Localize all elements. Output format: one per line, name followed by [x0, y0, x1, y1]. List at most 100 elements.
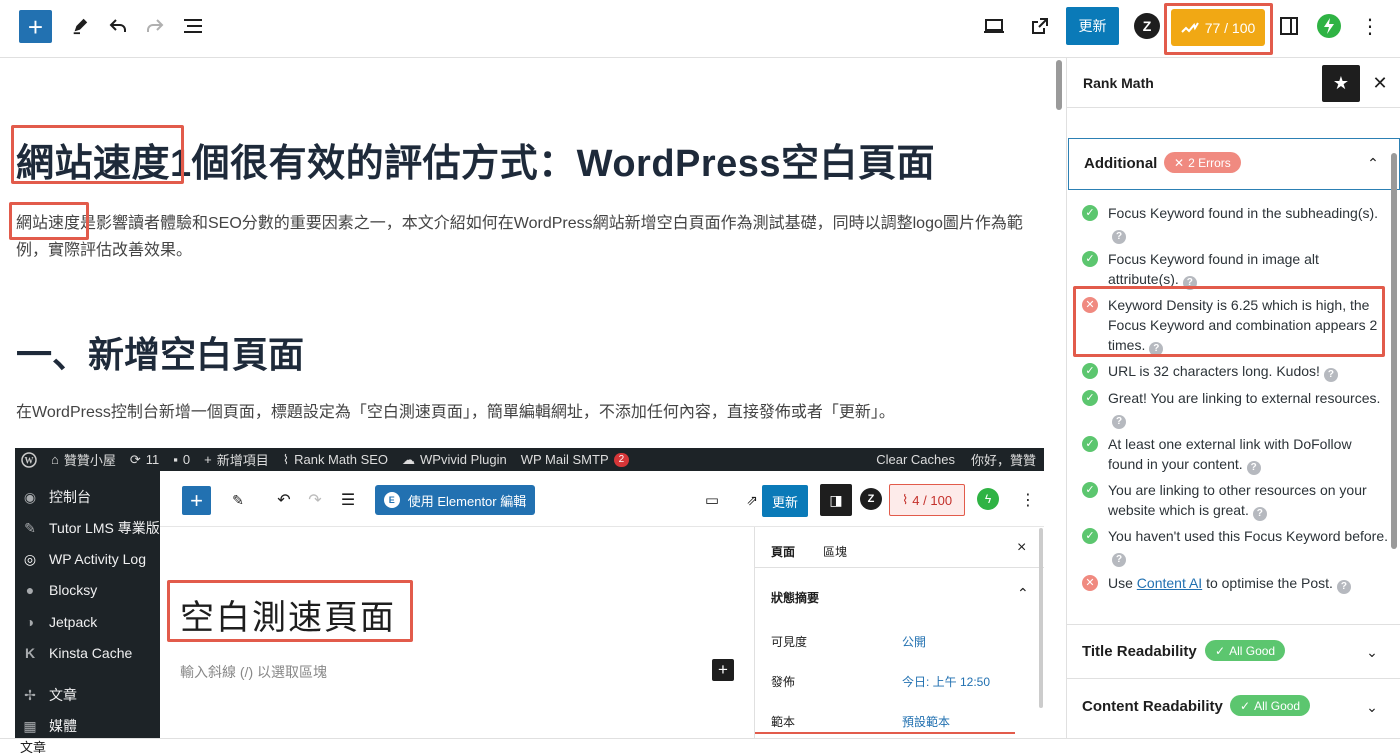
inner-visibility-label: 可見度	[771, 635, 808, 649]
section-paragraph[interactable]: 在WordPress控制台新增一個頁面，標題設定為「空白測速頁面」，簡單編輯網址…	[16, 398, 895, 422]
options-button[interactable]: ⋮	[1358, 12, 1382, 40]
add-block-button[interactable]: +	[19, 10, 52, 43]
help-icon[interactable]: ?	[1149, 342, 1164, 356]
menu-item-activity-log: ◎ WP Activity Log	[21, 550, 146, 568]
rank-math-logo-icon: ⌇	[901, 492, 909, 507]
error-icon: ✕	[1082, 575, 1098, 591]
check-item: ✓ You are linking to other resources on …	[1067, 480, 1391, 521]
view-post-button[interactable]	[1026, 12, 1054, 40]
menu-item-dashboard: ◉ 控制台	[21, 487, 91, 507]
inner-pencil-icon: ✎	[232, 491, 244, 508]
plugin-z-button[interactable]: Z	[1134, 13, 1160, 39]
check-icon: ✓	[1082, 436, 1098, 452]
rank-math-score-button[interactable]: 77 / 100	[1171, 9, 1265, 46]
comment-icon: ▪	[173, 452, 178, 467]
title-readability-title: Title Readability	[1082, 643, 1197, 660]
inner-tab-page: 頁面	[771, 545, 796, 559]
undo-button[interactable]	[104, 12, 132, 40]
inner-canvas: 空白測速頁面 輸入斜線 (/) 以選取區塊 +	[160, 527, 754, 738]
refresh-icon: ⟳	[129, 451, 141, 467]
inner-visibility-value: 公開	[902, 635, 927, 649]
help-icon[interactable]: ?	[1323, 368, 1338, 382]
list-view-icon	[184, 19, 202, 33]
jetpack-icon: ◑	[25, 614, 35, 630]
inner-toolbar: + ✎ ↶ ↷ ☰ E 使用 Elementor 編輯 ▭ ⇗ 更新 ◨ Z ⌇…	[160, 471, 1044, 527]
blocksy-icon: ●	[25, 582, 35, 598]
title-readability-section[interactable]: Title Readability ✓ All Good ⌄	[1067, 624, 1400, 678]
media-icon: ▦	[23, 717, 37, 734]
dashboard-icon: ◉	[23, 488, 37, 505]
menu-item-kinsta: K Kinsta Cache	[21, 644, 132, 662]
pencil-icon	[73, 18, 88, 35]
inner-update-button: 更新	[762, 485, 808, 517]
content-readability-section[interactable]: Content Readability ✓ All Good ⌄	[1067, 678, 1400, 738]
eye-icon: ◎	[23, 550, 37, 567]
additional-title: Additional	[1084, 155, 1158, 172]
embedded-screenshot[interactable]: W ⌂ 贊贊小屋 ⟳ 11 ▪ 0 + 新增項目 ⌇ Rank Math SEO ☁ WPv…	[15, 448, 1044, 738]
inner-undo-icon: ↶	[277, 492, 291, 509]
inner-block-plus-icon: +	[712, 659, 734, 681]
wp-admin-bar: W ⌂ 贊贊小屋 ⟳ 11 ▪ 0 + 新增項目 ⌇ Rank Math SEO ☁ WPv…	[15, 448, 1044, 471]
sidebar-toggle-icon	[1280, 17, 1298, 35]
check-icon: ✓	[1215, 643, 1226, 658]
clear-caches: Clear Caches	[876, 452, 955, 467]
help-icon[interactable]: ?	[1112, 553, 1126, 567]
inner-more-icon: ⋮	[1020, 492, 1036, 509]
star-icon: ★	[1332, 73, 1350, 93]
help-icon[interactable]: ?	[1182, 276, 1197, 290]
help-icon[interactable]: ?	[1112, 415, 1126, 429]
menu-item-blocksy: ● Blocksy	[21, 581, 97, 599]
document-overview-button[interactable]	[179, 12, 207, 40]
preview-button[interactable]	[980, 12, 1008, 40]
rankmath-menu: ⌇ Rank Math SEO	[282, 451, 389, 468]
breadcrumb-bar: 文章	[0, 738, 1400, 756]
chevron-down-icon: ⌄	[1366, 643, 1378, 660]
sidebar-scrollbar[interactable]	[1391, 153, 1397, 549]
menu-item-jetpack: ◑ Jetpack	[21, 613, 97, 631]
z-logo-icon: Z	[1142, 18, 1152, 34]
intro-paragraph[interactable]: 網站速度是影響讀者體驗和SEO分數的重要因素之一，本文介紹如何在WordPres…	[16, 210, 1046, 264]
content-readability-title: Content Readability	[1082, 698, 1223, 715]
rank-math-logo-icon: ⌇	[282, 451, 290, 467]
inner-close-icon: ×	[1017, 539, 1027, 556]
check-item: ✓ You haven't used this Focus Keyword be…	[1067, 526, 1391, 567]
home-icon: ⌂	[51, 452, 59, 467]
settings-sidebar-button[interactable]	[1276, 12, 1302, 40]
pin-icon: ✢	[24, 686, 36, 703]
check-item: ✓ Great! You are linking to external res…	[1067, 388, 1391, 429]
close-icon: ✕	[1372, 72, 1388, 93]
inner-template-label: 範本	[771, 715, 796, 729]
help-icon[interactable]: ?	[1112, 230, 1126, 244]
editor-canvas: 網站速度1個很有效的評估方式：WordPress空白頁面 網站速度是影響讀者體驗…	[0, 58, 1066, 738]
inner-lightning-icon: ϟ	[977, 488, 999, 510]
updates-count: ⟳ 11	[129, 451, 160, 468]
greeting: 你好，贊贊	[970, 453, 1036, 468]
inner-external-icon: ⇗	[746, 491, 758, 508]
help-icon[interactable]: ?	[1246, 461, 1261, 475]
plus-icon: +	[204, 452, 212, 467]
content-ai-link[interactable]: Content AI	[1137, 575, 1202, 591]
post-title[interactable]: 網站速度1個很有效的評估方式：WordPress空白頁面	[16, 132, 935, 187]
redo-button[interactable]	[141, 12, 169, 40]
sidebar-title: Rank Math	[1083, 75, 1154, 91]
help-icon[interactable]: ?	[1252, 507, 1267, 521]
editor-toolbar: + 更新 Z 77 / 100 ⋮	[0, 0, 1400, 58]
additional-section-header[interactable]: Additional ✕ 2 Errors ⌃	[1068, 138, 1400, 190]
section-heading[interactable]: 一、新增空白頁面	[16, 326, 304, 378]
rank-math-logo-icon	[1180, 21, 1199, 33]
editor-scrollbar[interactable]	[1056, 60, 1062, 110]
performance-plugin-button[interactable]	[1317, 14, 1341, 38]
new-item: + 新增項目	[204, 452, 269, 468]
lightning-icon	[1324, 18, 1334, 34]
breadcrumb-post[interactable]: 文章	[20, 740, 46, 755]
inner-page-title: 空白測速頁面	[180, 599, 396, 637]
inner-tab-block: 區塊	[823, 545, 848, 559]
favorite-button[interactable]: ★	[1322, 65, 1360, 102]
help-icon[interactable]: ?	[1336, 580, 1351, 594]
all-good-badge: ✓ All Good	[1205, 640, 1286, 661]
inner-sidebar-icon: ◨	[820, 484, 852, 516]
close-sidebar-button[interactable]: ✕	[1369, 69, 1391, 97]
inner-settings-panel: 頁面 區塊 × 狀態摘要 ⌃ 可見度 公開 發佈 今日: 上午 12:50 範本…	[754, 527, 1044, 738]
edit-tool-button[interactable]	[66, 12, 94, 40]
update-button[interactable]: 更新	[1066, 7, 1119, 45]
